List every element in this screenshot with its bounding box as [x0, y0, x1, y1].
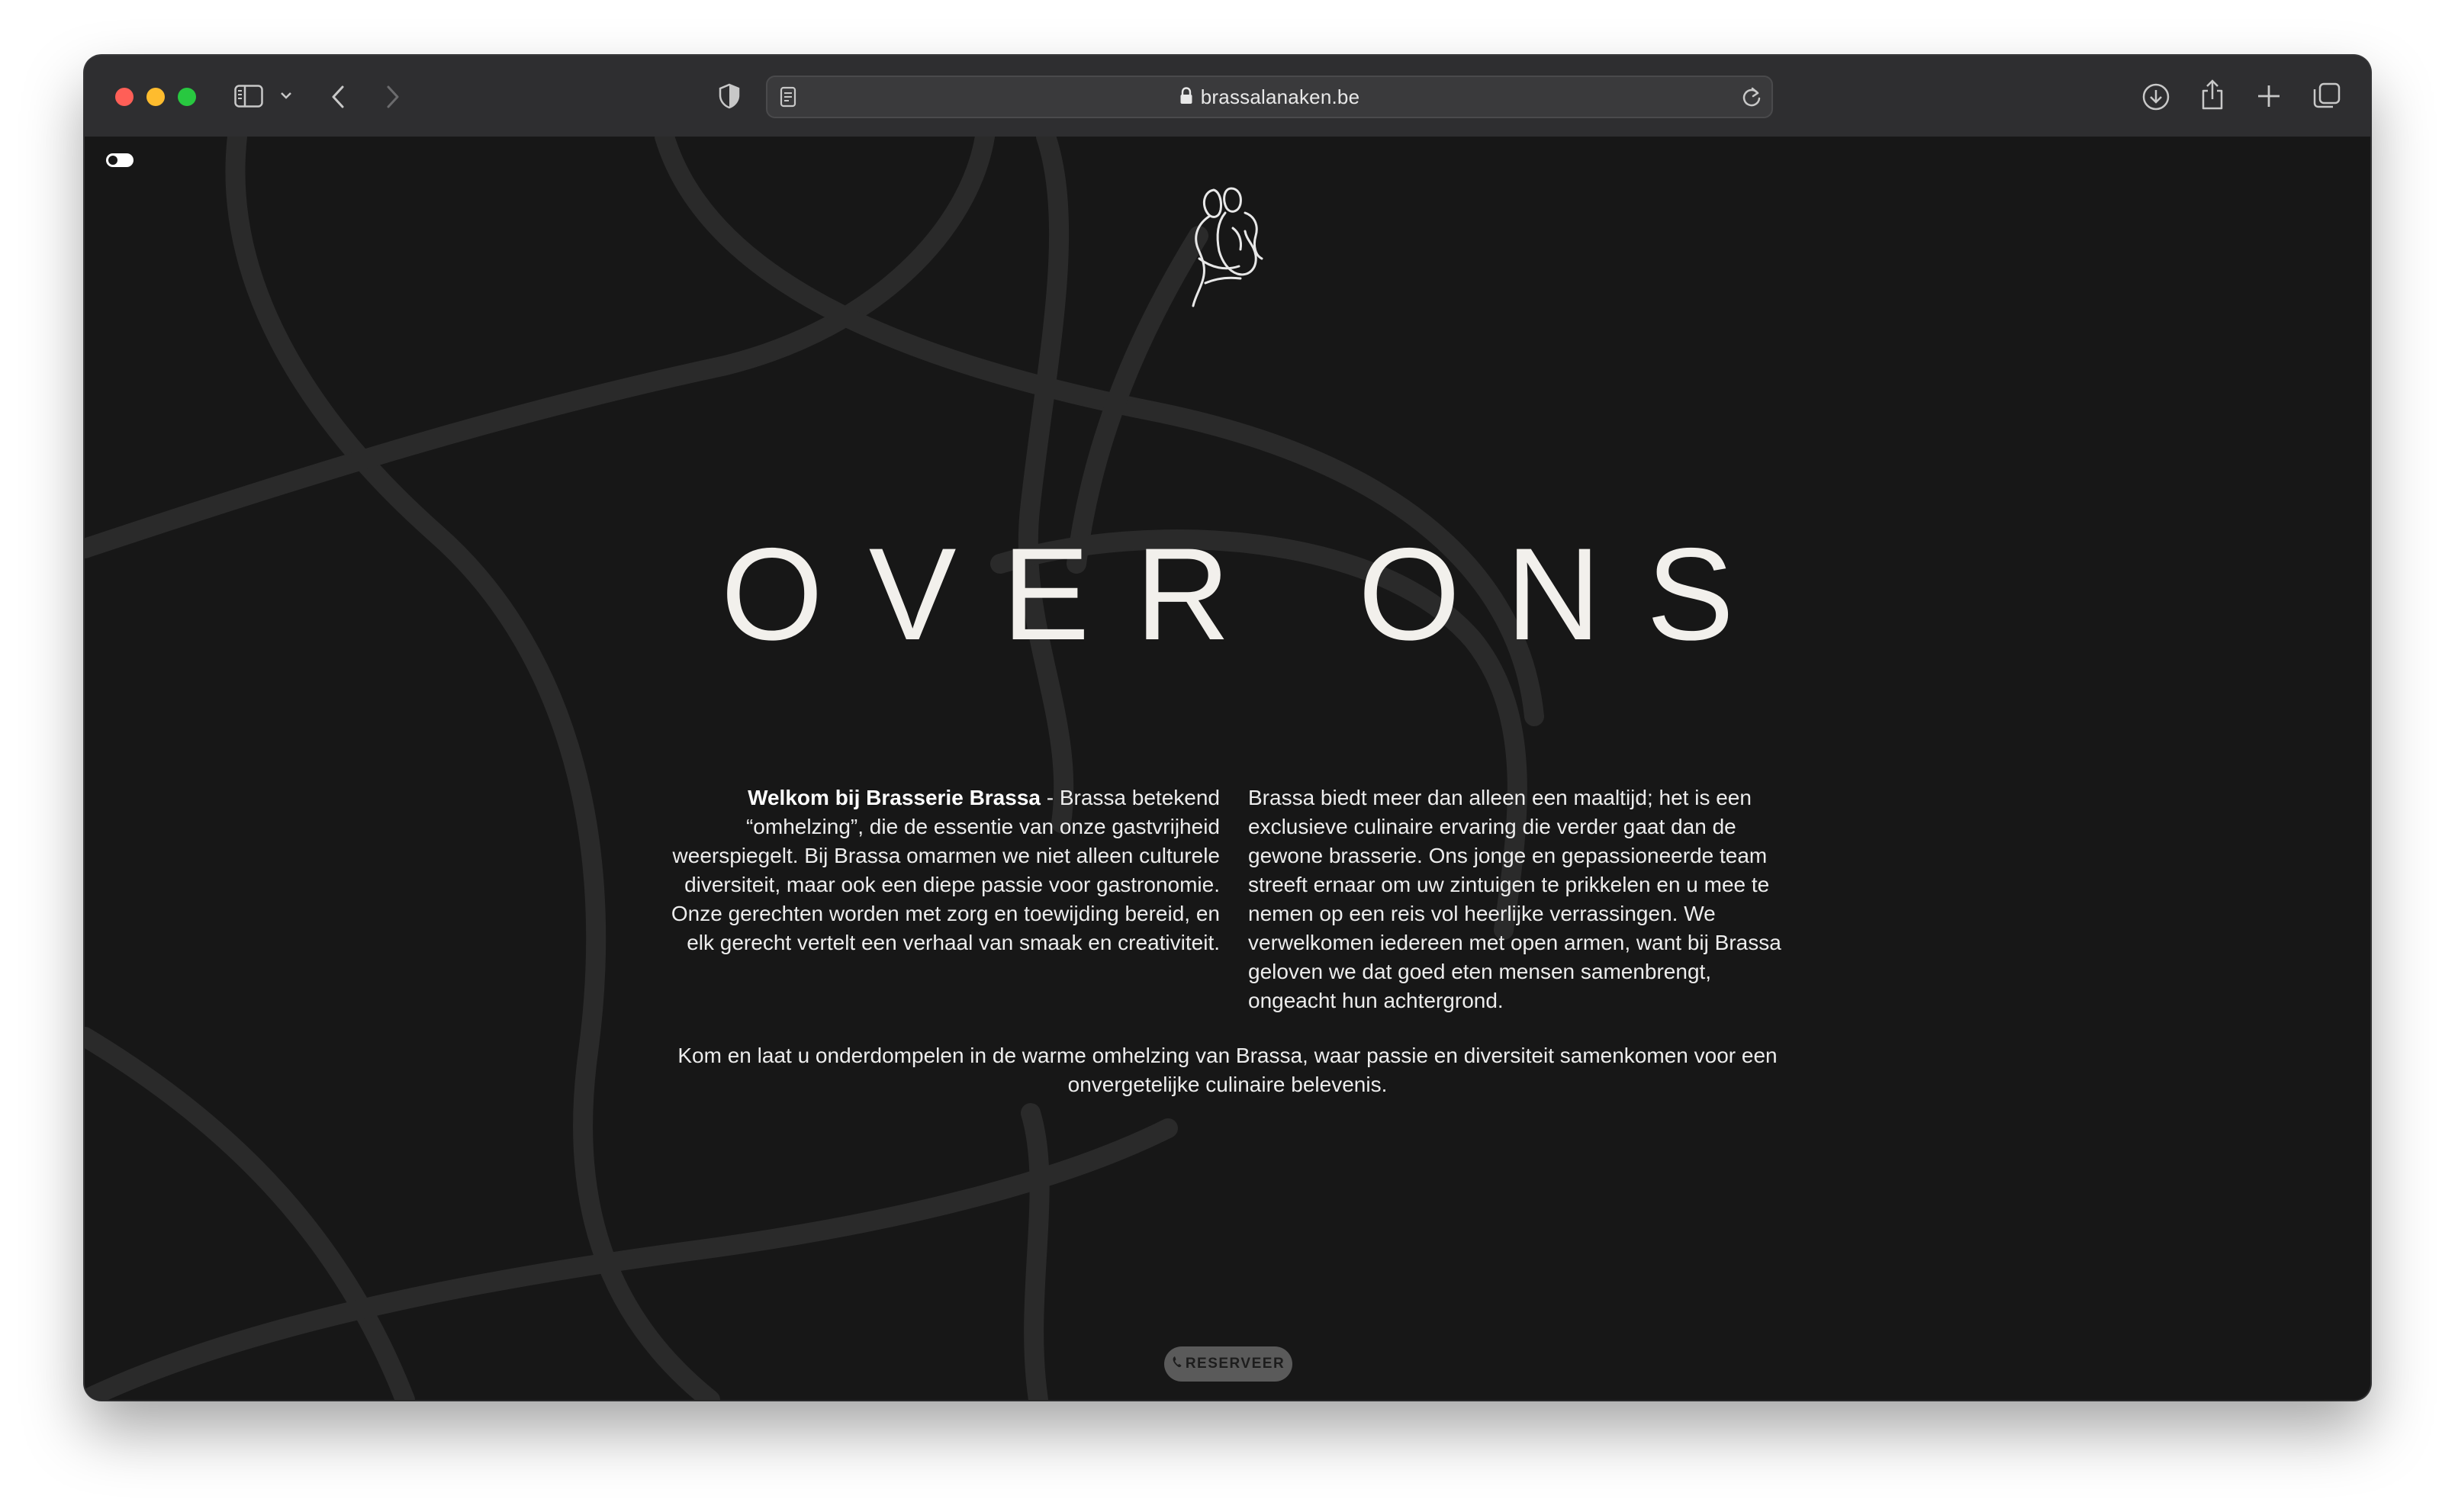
- page-content: OVER ONS Welkom bij Brasserie Brassa - B…: [85, 137, 2370, 1400]
- forward-icon[interactable]: [385, 85, 401, 109]
- browser-toolbar: brassalanaken.be: [85, 56, 2370, 138]
- phone-icon: [1172, 1356, 1182, 1372]
- address-bar[interactable]: brassalanaken.be: [766, 76, 1773, 118]
- url-display[interactable]: brassalanaken.be: [767, 77, 1771, 117]
- tabs-overview-icon[interactable]: [2312, 82, 2341, 111]
- reserve-button[interactable]: RESERVEER: [1164, 1346, 1292, 1382]
- reload-icon[interactable]: [1741, 85, 1762, 108]
- close-window-button[interactable]: [115, 88, 134, 106]
- zoom-window-button[interactable]: [178, 88, 196, 106]
- new-tab-icon[interactable]: [2256, 83, 2282, 109]
- chevron-down-icon[interactable]: [280, 91, 292, 100]
- sidebar-icon[interactable]: [234, 85, 263, 108]
- logo-embrace-icon[interactable]: [1172, 182, 1279, 316]
- description-paragraph: Brassa biedt meer dan alleen een maaltij…: [1248, 786, 1781, 1012]
- lock-icon: [1179, 79, 1193, 118]
- minimize-window-button[interactable]: [146, 88, 165, 106]
- url-text: brassalanaken.be: [1200, 85, 1360, 108]
- theme-toggle[interactable]: [106, 153, 134, 167]
- intro-bold: Welkom bij Brasserie Brassa: [748, 786, 1041, 809]
- toggle-knob: [108, 156, 117, 165]
- page-title: OVER ONS: [721, 521, 1780, 668]
- back-icon[interactable]: [330, 85, 346, 109]
- download-icon[interactable]: [2141, 82, 2170, 111]
- intro-paragraph: Welkom bij Brasserie Brassa - Brassa bet…: [671, 783, 1220, 957]
- shield-icon[interactable]: [718, 83, 741, 109]
- browser-window: brassalanaken.be OVER ONS Welkom bij Bra…: [85, 56, 2370, 1400]
- closing-paragraph: Kom en laat u onderdompelen in de warme …: [677, 1044, 1778, 1096]
- intro-text: - Brassa betekend “omhelzing”, die de es…: [671, 786, 1220, 954]
- reserve-label: RESERVEER: [1185, 1356, 1285, 1372]
- share-icon[interactable]: [2199, 79, 2225, 111]
- background-line-art: [85, 137, 1544, 1400]
